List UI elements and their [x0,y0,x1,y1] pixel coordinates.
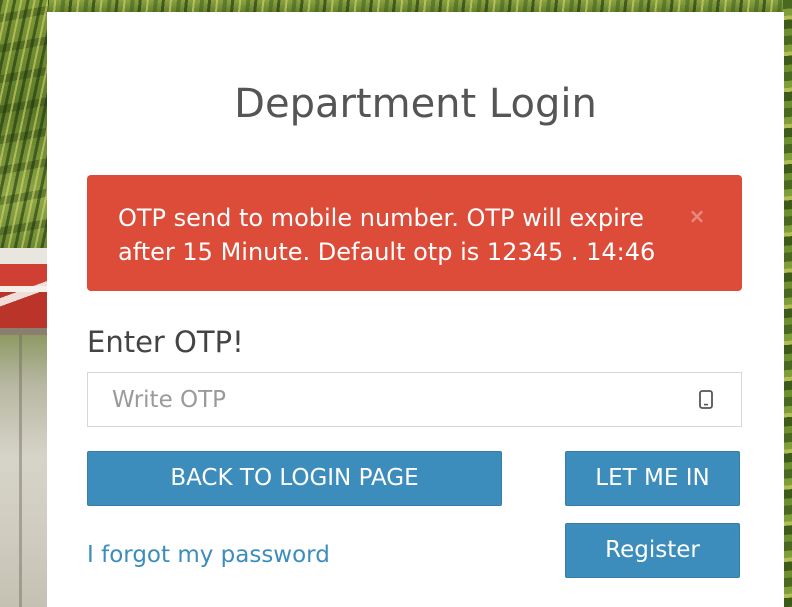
back-to-login-button[interactable]: BACK TO LOGIN PAGE [87,451,502,506]
forgot-password-link[interactable]: I forgot my password [87,540,330,570]
alert-message: OTP send to mobile number. OTP will expi… [118,204,656,266]
let-me-in-button[interactable]: LET ME IN [565,451,740,506]
register-button[interactable]: Register [565,523,740,578]
close-icon[interactable]: × [687,202,707,230]
login-card: Department Login OTP send to mobile numb… [47,12,784,607]
otp-label: Enter OTP! [87,325,244,359]
page-title: Department Login [234,81,597,127]
background-ground [0,335,48,607]
background-red-object [0,248,48,335]
mobile-phone-icon [699,390,713,409]
otp-input-group [87,372,742,427]
background-foliage-right [783,0,792,607]
otp-input[interactable] [87,372,742,427]
background-foliage-left [0,0,48,248]
otp-alert: OTP send to mobile number. OTP will expi… [87,175,742,291]
